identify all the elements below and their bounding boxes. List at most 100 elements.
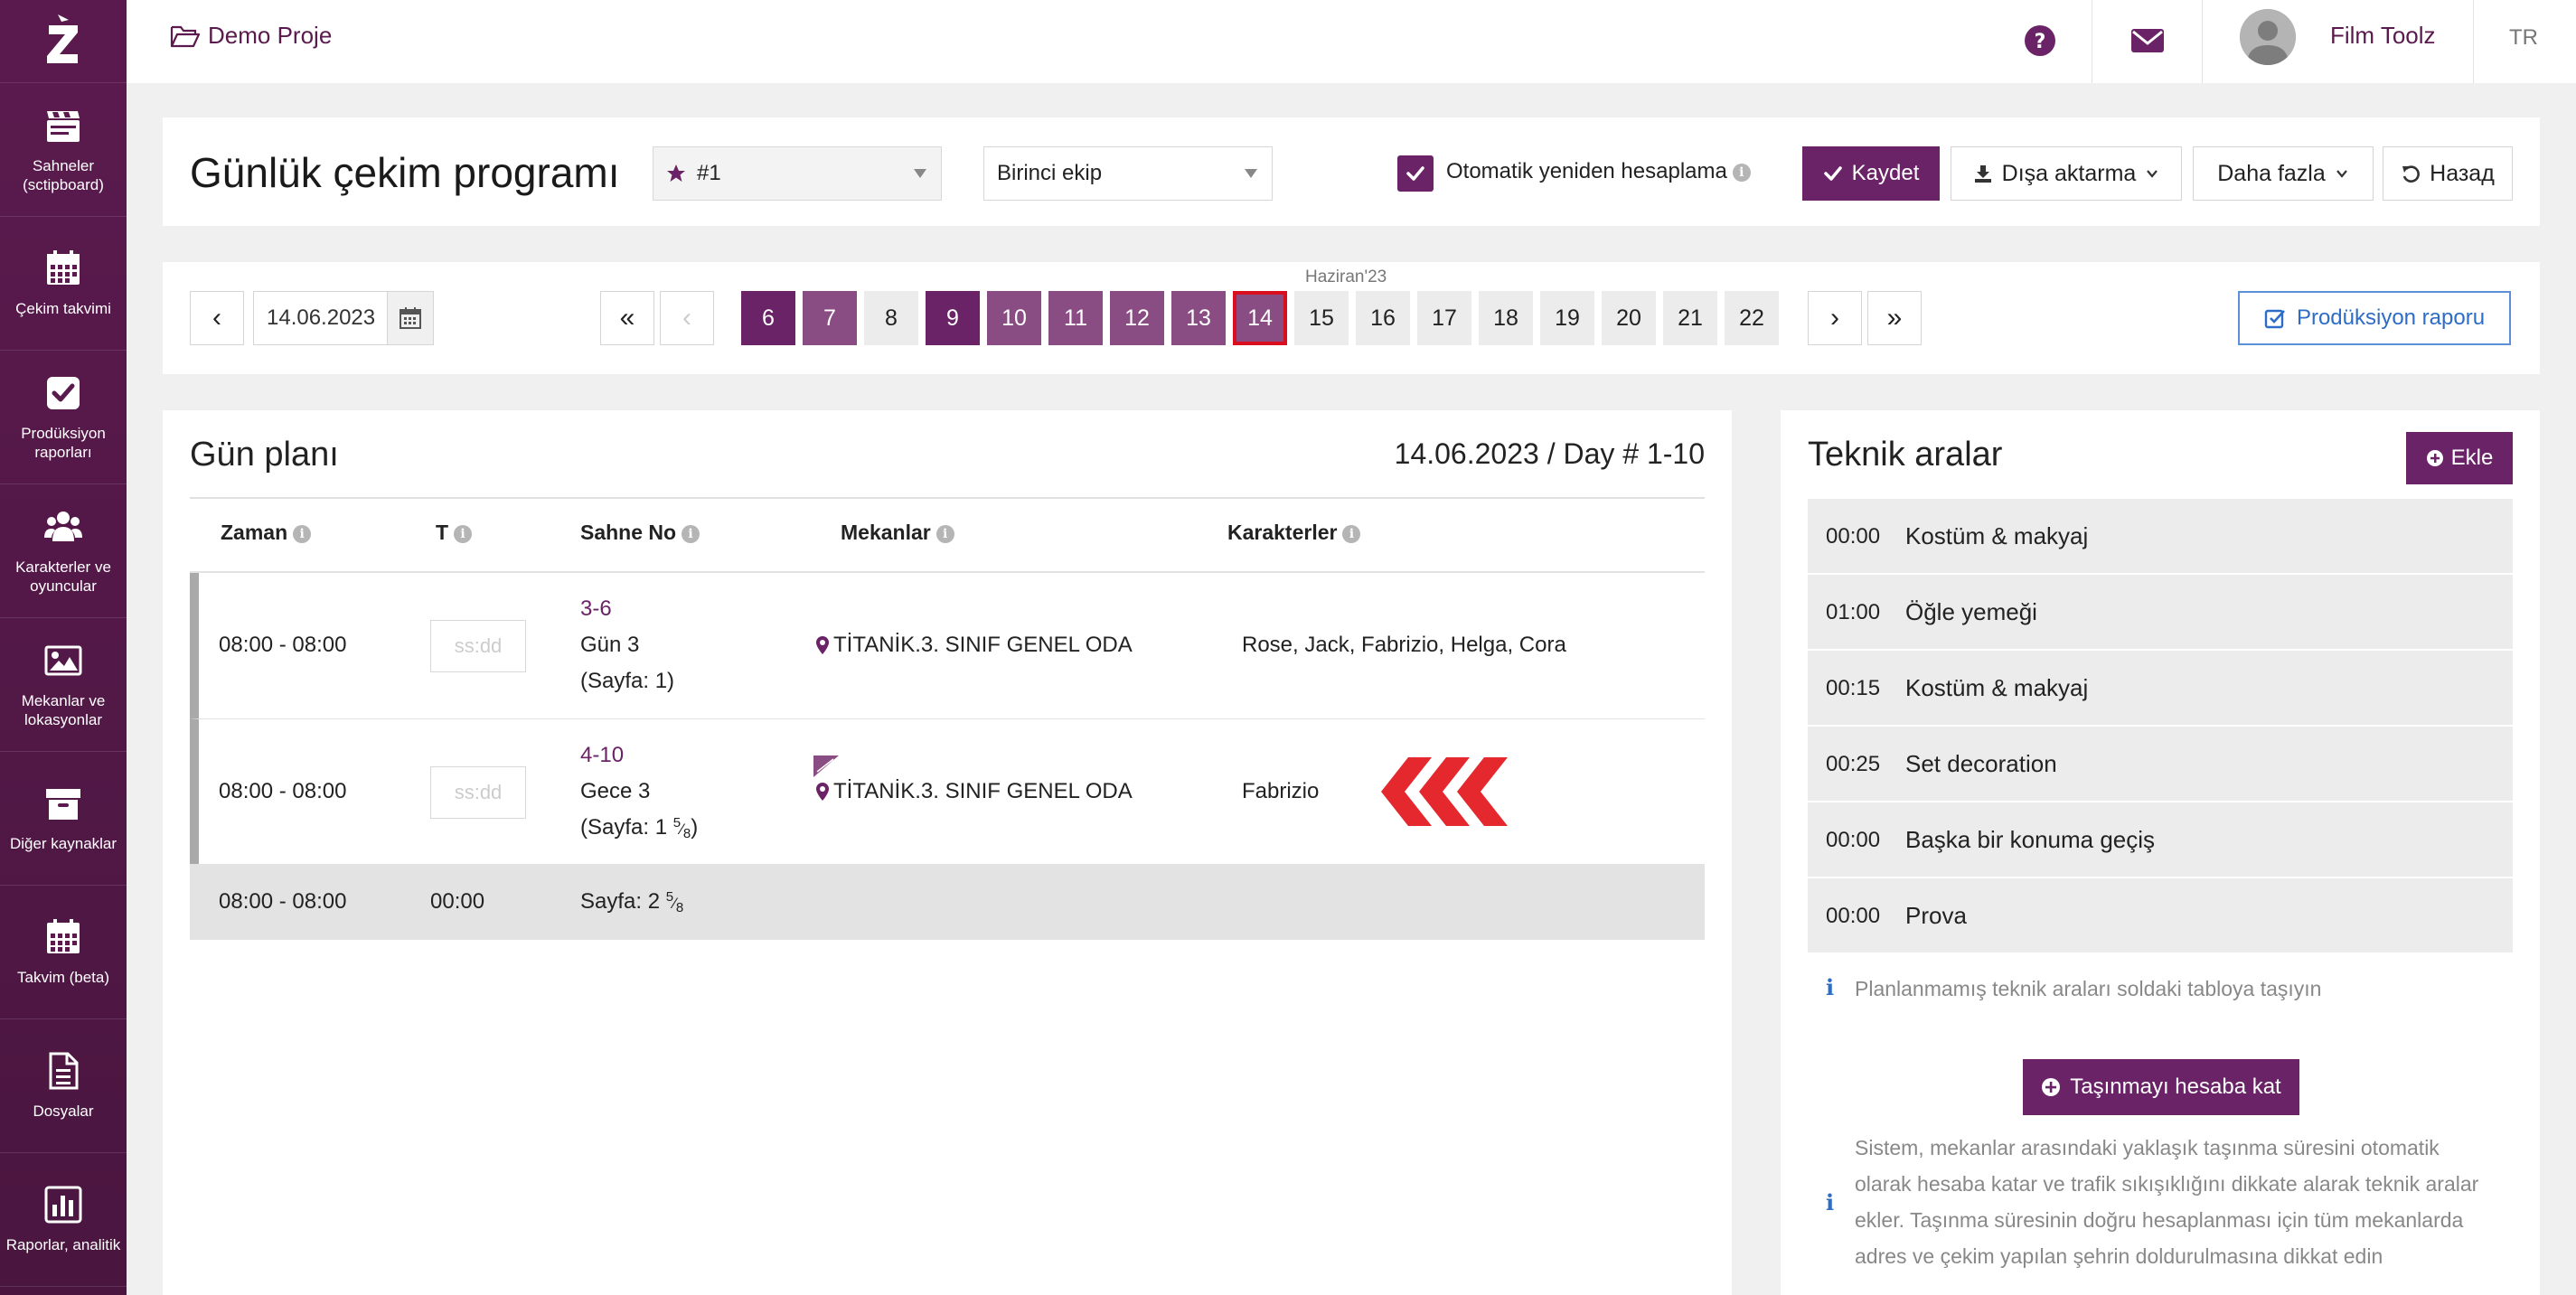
app-logo[interactable] bbox=[0, 0, 127, 83]
caret-down-icon bbox=[914, 169, 926, 178]
sidebar-item-calendar-beta[interactable]: Takvim (beta) bbox=[0, 886, 127, 1019]
sidebar-item-other-resources[interactable]: Diğer kaynaklar bbox=[0, 752, 127, 886]
day-button[interactable]: 10 bbox=[987, 291, 1041, 345]
production-report-button[interactable]: Prodüksiyon raporu bbox=[2238, 291, 2511, 345]
fraction-denominator: 8 bbox=[682, 826, 691, 841]
map-pin-icon bbox=[816, 636, 829, 654]
day-button[interactable]: 22 bbox=[1725, 291, 1779, 345]
avatar[interactable] bbox=[2240, 9, 2296, 65]
info-icon[interactable]: i bbox=[1732, 164, 1751, 182]
t-input[interactable]: ss:dd bbox=[430, 766, 526, 819]
total-time: 08:00 - 08:00 bbox=[219, 889, 347, 914]
technical-breaks-title: Teknik aralar bbox=[1808, 436, 2003, 474]
account-transfer-button[interactable]: Taşınmayı hesaba kat bbox=[2023, 1059, 2299, 1115]
check-icon bbox=[1406, 166, 1424, 181]
sidebar-item-files[interactable]: Dosyalar bbox=[0, 1019, 127, 1153]
save-button[interactable]: Kaydet bbox=[1802, 146, 1940, 201]
info-icon[interactable]: i bbox=[454, 525, 473, 543]
help-icon[interactable]: ? bbox=[2019, 20, 2061, 61]
day-button[interactable]: 6 bbox=[741, 291, 795, 345]
drag-back-arrows-icon[interactable] bbox=[1381, 757, 1526, 826]
column-header-scene: Sahne No i bbox=[580, 521, 700, 545]
scene-number-link[interactable]: 4-10 bbox=[580, 743, 624, 768]
info-icon[interactable]: i bbox=[1342, 525, 1361, 543]
table-row[interactable]: 08:00 - 08:00 ss:dd 4-10 Gece 3 (Sayfa: … bbox=[190, 719, 1705, 866]
table-row[interactable]: 08:00 - 08:00 ss:dd 3-6 Gün 3 (Sayfa: 1)… bbox=[190, 573, 1705, 719]
column-header-time: Zaman i bbox=[221, 521, 312, 545]
user-avatar-icon bbox=[2240, 9, 2296, 65]
back-button[interactable]: Назад bbox=[2383, 146, 2513, 201]
date-input[interactable]: 14.06.2023 bbox=[253, 291, 389, 345]
day-button[interactable]: 15 bbox=[1294, 291, 1349, 345]
chevron-left-icon: ‹ bbox=[682, 303, 691, 333]
mail-icon[interactable] bbox=[2128, 23, 2167, 56]
transfer-explanation-line: olarak hesaba katar ve trafik sıkışıklığ… bbox=[1855, 1172, 2479, 1196]
crew-select[interactable]: Birinci ekip bbox=[983, 146, 1273, 201]
user-name[interactable]: Film Toolz bbox=[2330, 22, 2436, 50]
technical-break-item[interactable]: 00:00 Kostüm & makyaj bbox=[1808, 499, 2513, 573]
sidebar-item-label: Mekanlar ve lokasyonlar bbox=[21, 691, 106, 728]
technical-break-item[interactable]: 01:00 Öğle yemeği bbox=[1808, 575, 2513, 649]
t-input[interactable]: ss:dd bbox=[430, 620, 526, 672]
day-button[interactable]: 21 bbox=[1663, 291, 1717, 345]
production-report-label: Prodüksiyon raporu bbox=[2296, 305, 2486, 330]
export-label: Dışa aktarma bbox=[2001, 160, 2137, 186]
day-button[interactable]: 16 bbox=[1356, 291, 1410, 345]
technical-break-item[interactable]: 00:00 Başka bir konuma geçiş bbox=[1808, 802, 2513, 877]
calendar-picker-button[interactable] bbox=[387, 291, 434, 345]
first-week-button[interactable]: « bbox=[600, 291, 654, 345]
day-button[interactable]: 9 bbox=[926, 291, 980, 345]
page-title: Günlük çekim programı bbox=[190, 149, 620, 196]
last-week-button[interactable]: » bbox=[1867, 291, 1922, 345]
sidebar-item-shooting-calendar[interactable]: Çekim takvimi bbox=[0, 217, 127, 351]
info-icon[interactable]: i bbox=[682, 525, 700, 543]
scene-day-night: Gün 3 bbox=[580, 633, 640, 657]
schedule-select[interactable]: #1 bbox=[653, 146, 942, 201]
break-name: Prova bbox=[1905, 902, 1967, 929]
day-button[interactable]: 17 bbox=[1417, 291, 1471, 345]
language-switch[interactable]: TR bbox=[2509, 25, 2538, 51]
auto-recalc-checkbox[interactable] bbox=[1397, 155, 1434, 192]
day-button[interactable]: 13 bbox=[1171, 291, 1226, 345]
sidebar-item-characters[interactable]: Karakterler ve oyuncular bbox=[0, 484, 127, 618]
break-name: Set decoration bbox=[1905, 750, 2057, 777]
day-button[interactable]: 11 bbox=[1048, 291, 1103, 345]
bar-chart-icon bbox=[44, 1186, 82, 1224]
info-icon[interactable]: i bbox=[293, 525, 312, 543]
day-button[interactable]: 7 bbox=[803, 291, 857, 345]
sidebar-item-locations[interactable]: Mekanlar ve lokasyonlar bbox=[0, 618, 127, 752]
scene-pages-text: (Sayfa: 1) bbox=[580, 669, 675, 693]
more-button[interactable]: Daha fazla bbox=[2193, 146, 2374, 201]
row-location: TİTANİK.3. SINIF GENEL ODA bbox=[815, 633, 1133, 658]
header-card: Günlük çekim programı #1 Birinci ekip Ot… bbox=[163, 117, 2540, 226]
calendar-icon bbox=[400, 307, 421, 329]
technical-break-item[interactable]: 00:15 Kostüm & makyaj bbox=[1808, 651, 2513, 725]
prev-day-button[interactable]: ‹ bbox=[190, 291, 244, 345]
scene-number-link[interactable]: 3-6 bbox=[580, 596, 612, 622]
sidebar-item-reports-analytics[interactable]: Raporlar, analitik bbox=[0, 1153, 127, 1287]
info-icon[interactable]: i bbox=[935, 525, 954, 543]
day-button[interactable]: 19 bbox=[1540, 291, 1594, 345]
day-button[interactable]: 18 bbox=[1479, 291, 1533, 345]
project-link[interactable]: Demo Proje bbox=[170, 22, 332, 50]
next-week-button[interactable]: › bbox=[1808, 291, 1862, 345]
calendar-icon bbox=[47, 919, 80, 953]
sidebar-item-production-reports[interactable]: Prodüksiyon raporları bbox=[0, 351, 127, 484]
technical-break-item[interactable]: 00:25 Set decoration bbox=[1808, 727, 2513, 801]
break-duration: 00:00 bbox=[1826, 828, 1881, 852]
checkbox-icon bbox=[47, 376, 80, 409]
caret-down-icon bbox=[1245, 169, 1257, 178]
prev-week-button[interactable]: ‹ bbox=[660, 291, 714, 345]
day-button[interactable]: 12 bbox=[1110, 291, 1164, 345]
day-button[interactable]: 20 bbox=[1602, 291, 1656, 345]
technical-break-item[interactable]: 00:00 Prova bbox=[1808, 878, 2513, 952]
sidebar-item-scenes[interactable]: Sahneler (sctipboard) bbox=[0, 83, 127, 217]
date-value: 14.06.2023 bbox=[267, 305, 376, 330]
day-button[interactable]: 14 bbox=[1233, 291, 1287, 345]
break-duration: 00:00 bbox=[1826, 524, 1881, 549]
add-break-button[interactable]: Ekle bbox=[2406, 432, 2513, 484]
column-header-label: Sahne No bbox=[580, 521, 677, 544]
export-button[interactable]: Dışa aktarma bbox=[1951, 146, 2182, 201]
day-button[interactable]: 8 bbox=[864, 291, 918, 345]
column-header-characters: Karakterler i bbox=[1227, 521, 1361, 545]
